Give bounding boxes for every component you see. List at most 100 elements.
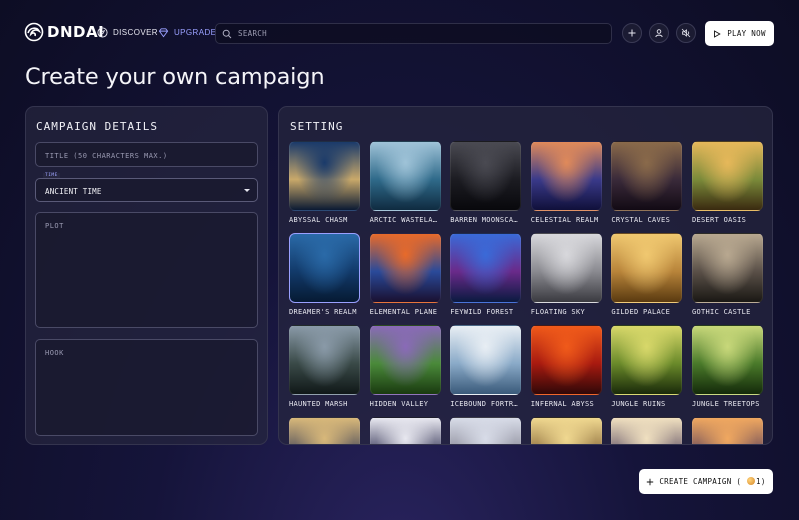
setting-thumbnail: [611, 141, 683, 211]
create-campaign-button[interactable]: CREATE CAMPAIGN ( 1): [639, 469, 773, 494]
logo[interactable]: DNDAI: [24, 22, 104, 42]
setting-tile[interactable]: [450, 417, 522, 444]
setting-tile[interactable]: HIDDEN VALLEY: [369, 325, 441, 408]
search-input[interactable]: [238, 29, 598, 38]
setting-tile[interactable]: [530, 417, 602, 444]
setting-tile[interactable]: [369, 417, 441, 444]
setting-tile-label: ICEBOUND FORTR…: [450, 400, 518, 408]
setting-tile[interactable]: INFERNAL ABYSS: [530, 325, 602, 408]
plus-icon: [628, 29, 636, 37]
setting-tile[interactable]: DREAMER'S REALM: [289, 233, 360, 316]
profile-button[interactable]: [649, 23, 669, 43]
setting-thumbnail: [369, 233, 441, 303]
user-icon: [655, 29, 663, 38]
mute-button[interactable]: [676, 23, 696, 43]
setting-thumbnail: [289, 141, 360, 211]
create-campaign-label: CREATE CAMPAIGN ( 1): [659, 477, 766, 486]
setting-thumbnail: [611, 417, 683, 444]
setting-heading: SETTING: [290, 120, 344, 133]
setting-thumbnail: [692, 325, 763, 395]
setting-tile-label: ABYSSAL CHASM: [289, 216, 348, 224]
setting-tile-label: HIDDEN VALLEY: [369, 400, 429, 408]
title-placeholder: TITLE (50 CHARACTERS MAX.): [45, 152, 168, 160]
chevron-down-icon: [244, 189, 250, 192]
setting-tile-label: HAUNTED MARSH: [289, 400, 348, 408]
setting-tile[interactable]: JUNGLE RUINS: [611, 325, 683, 408]
setting-tile[interactable]: BARREN MOONSCA…: [450, 141, 522, 224]
logo-text: DNDAI: [47, 23, 105, 41]
setting-tile[interactable]: JUNGLE TREETOPS: [692, 325, 763, 408]
setting-tile-label: JUNGLE TREETOPS: [692, 400, 760, 408]
nav-upgrade-label: UPGRADE: [174, 28, 217, 37]
setting-tile[interactable]: FLOATING SKY: [530, 233, 602, 316]
setting-tile-label: BARREN MOONSCA…: [450, 216, 518, 224]
setting-thumbnail: [692, 233, 763, 303]
setting-tile[interactable]: ELEMENTAL PLANE: [369, 233, 441, 316]
nav-upgrade[interactable]: UPGRADE: [158, 27, 216, 38]
title-field[interactable]: TITLE (50 CHARACTERS MAX.): [35, 142, 258, 167]
compass-icon: [97, 27, 108, 38]
setting-tile-label: FLOATING SKY: [530, 308, 585, 316]
search-bar[interactable]: [215, 23, 612, 44]
plot-placeholder: PLOT: [45, 222, 64, 230]
add-button[interactable]: [622, 23, 642, 43]
setting-tile[interactable]: CELESTIAL REALM: [530, 141, 602, 224]
setting-tile[interactable]: [611, 417, 683, 444]
setting-tile-label: DESERT OASIS: [692, 216, 747, 224]
setting-tile[interactable]: FEYWILD FOREST: [450, 233, 522, 316]
play-icon: [714, 29, 721, 38]
setting-thumbnail: [611, 325, 683, 395]
setting-thumbnail: [450, 325, 522, 395]
setting-thumbnail: [289, 417, 360, 444]
setting-tile[interactable]: CRYSTAL CAVES: [611, 141, 683, 224]
setting-tile[interactable]: ICEBOUND FORTR…: [450, 325, 522, 408]
speaker-muted-icon: [681, 28, 691, 38]
setting-thumbnail: [611, 233, 683, 303]
setting-thumbnail: [369, 325, 441, 395]
search-icon: [222, 29, 232, 38]
setting-tile-label: CELESTIAL REALM: [530, 216, 599, 224]
hook-placeholder: HOOK: [45, 349, 64, 357]
setting-tile-label: GILDED PALACE: [611, 308, 671, 316]
setting-tile[interactable]: GILDED PALACE: [611, 233, 683, 316]
setting-tile[interactable]: DESERT OASIS: [692, 141, 763, 224]
play-now-label: PLAY NOW: [727, 29, 766, 38]
hook-field[interactable]: HOOK: [35, 339, 258, 436]
plot-field[interactable]: PLOT: [35, 212, 258, 328]
setting-tile[interactable]: ARCTIC WASTELA…: [369, 141, 441, 224]
play-now-button[interactable]: PLAY NOW: [705, 21, 774, 46]
setting-tile[interactable]: [289, 417, 360, 444]
setting-tile[interactable]: ABYSSAL CHASM: [289, 141, 360, 224]
campaign-details-heading: CAMPAIGN DETAILS: [36, 120, 158, 133]
setting-thumbnail: [530, 325, 602, 395]
time-select[interactable]: ANCIENT TIME: [35, 178, 258, 202]
setting-tile-label: CRYSTAL CAVES: [611, 216, 671, 224]
setting-tile-label: ARCTIC WASTELA…: [369, 216, 438, 224]
setting-thumbnail: [692, 417, 763, 444]
setting-thumbnail: [530, 417, 602, 444]
time-label: TIME: [43, 173, 60, 178]
setting-tile[interactable]: HAUNTED MARSH: [289, 325, 360, 408]
setting-tile-label: INFERNAL ABYSS: [530, 400, 594, 408]
nav-discover-label: DISCOVER: [113, 28, 158, 37]
setting-thumbnail: [450, 141, 522, 211]
setting-tile[interactable]: GOTHIC CASTLE: [692, 233, 763, 316]
diamond-icon: [158, 28, 169, 38]
setting-tile-label: DREAMER'S REALM: [289, 308, 357, 316]
page-title: Create your own campaign: [25, 64, 325, 90]
logo-swirl-icon: [24, 22, 44, 42]
time-select-value: ANCIENT TIME: [45, 187, 102, 196]
coin-icon: [747, 477, 756, 485]
setting-tile-label: GOTHIC CASTLE: [692, 308, 751, 316]
setting-thumbnail: [369, 141, 441, 211]
setting-thumbnail: [289, 325, 360, 395]
setting-tile[interactable]: [692, 417, 763, 444]
setting-panel: SETTING ABYSSAL CHASM ARCTIC WASTELA… BARR…: [278, 106, 773, 445]
setting-thumbnail: [692, 141, 763, 211]
setting-tile-label: ELEMENTAL PLANE: [369, 308, 438, 316]
setting-thumbnail: [450, 233, 522, 303]
setting-thumbnail: [450, 417, 522, 444]
setting-thumbnail: [289, 233, 360, 303]
nav-discover[interactable]: DISCOVER: [97, 27, 158, 38]
setting-thumbnail: [530, 233, 602, 303]
